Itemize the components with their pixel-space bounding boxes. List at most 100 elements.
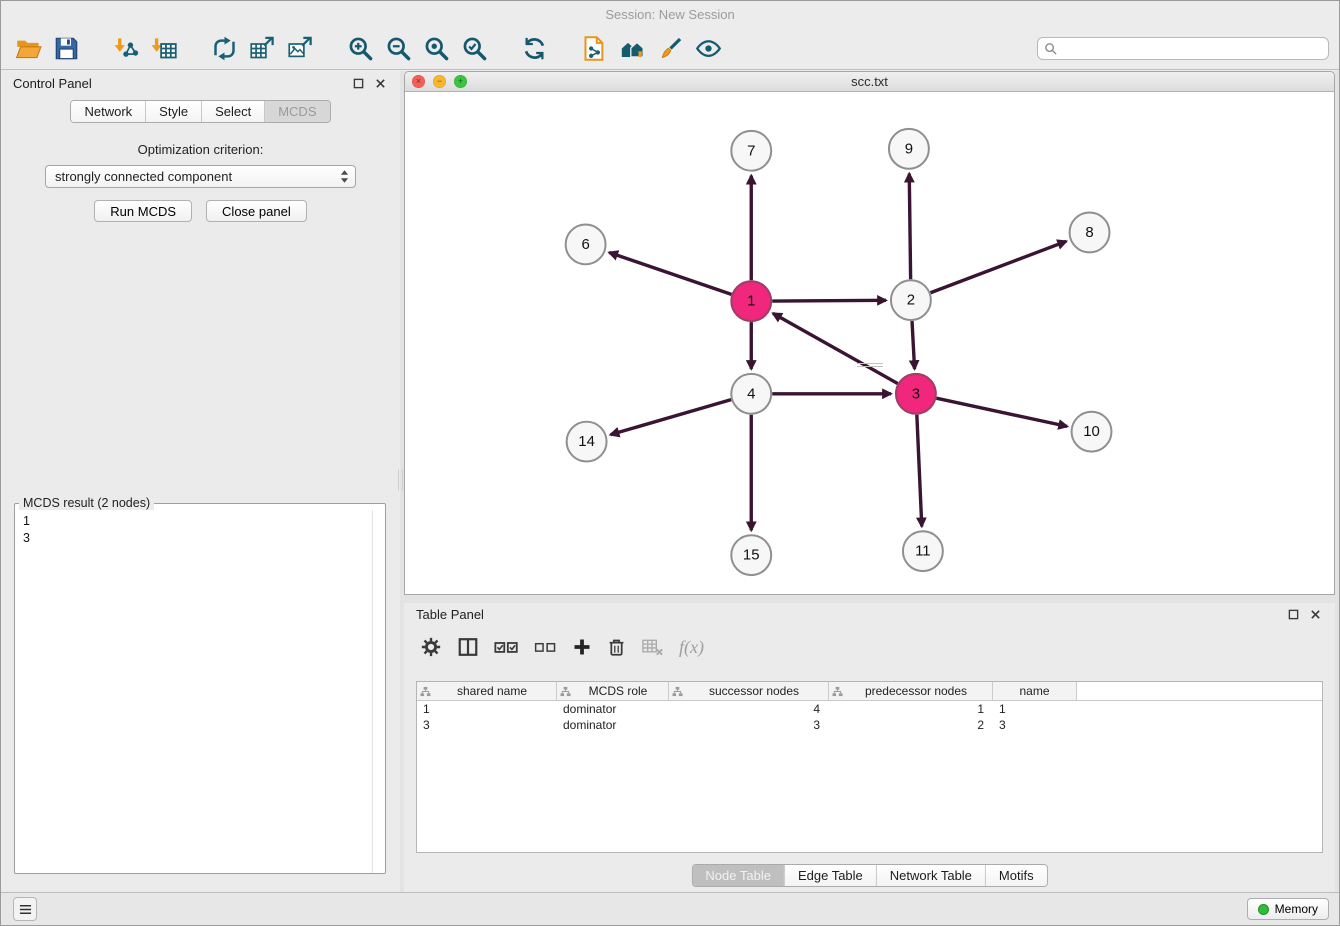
node-table: shared name MCDS role successor nodes (416, 681, 1323, 853)
memory-button[interactable]: Memory (1247, 898, 1329, 920)
graph-node-2[interactable]: 2 (891, 280, 931, 320)
eye-icon[interactable] (689, 30, 727, 66)
window-titlebar[interactable]: Session: New Session (1, 1, 1339, 27)
graph-edge-2-8[interactable] (930, 241, 1066, 292)
table-header-row: shared name MCDS role successor nodes (417, 682, 1322, 701)
column-header-name[interactable]: name (993, 682, 1077, 700)
memory-label: Memory (1275, 902, 1318, 916)
graph-edge-3-1[interactable] (773, 313, 898, 383)
settings-icon[interactable] (420, 633, 442, 661)
cell-successor-nodes[interactable]: 4 (669, 701, 829, 717)
import-network-icon[interactable] (107, 30, 145, 66)
add-column-icon[interactable] (572, 633, 592, 661)
column-visibility-icon[interactable] (457, 633, 479, 661)
cell-mcds-role[interactable]: dominator (557, 717, 669, 733)
tab-edge-table[interactable]: Edge Table (784, 865, 876, 886)
tab-node-table[interactable]: Node Table (692, 865, 784, 886)
mcds-result-item[interactable]: 1 (23, 513, 377, 530)
graph-edge-2-9[interactable] (909, 174, 910, 280)
network-from-clipboard-icon[interactable] (575, 30, 613, 66)
column-header-shared-name[interactable]: shared name (417, 682, 557, 700)
select-all-icon[interactable] (494, 633, 519, 661)
table-row[interactable]: 1 dominator 4 1 1 (417, 701, 1322, 717)
criterion-select[interactable]: strongly connected component (45, 165, 356, 188)
graph-edge-4-14[interactable] (611, 400, 732, 435)
graph-node-3[interactable]: 3 (896, 374, 936, 414)
result-scrollbar[interactable] (372, 510, 373, 873)
cell-shared-name[interactable]: 1 (417, 701, 557, 717)
open-session-icon[interactable] (9, 30, 47, 66)
tab-mcds[interactable]: MCDS (264, 101, 329, 122)
run-mcds-button[interactable]: Run MCDS (94, 200, 192, 222)
cell-predecessor-nodes[interactable]: 1 (829, 701, 993, 717)
graph-node-7[interactable]: 7 (731, 131, 771, 171)
brush-icon[interactable] (651, 30, 689, 66)
graph-node-1[interactable]: 1 (731, 281, 771, 321)
table-row[interactable]: 3 dominator 3 2 3 (417, 717, 1322, 733)
cell-mcds-role[interactable]: dominator (557, 701, 669, 717)
tab-network-table[interactable]: Network Table (876, 865, 985, 886)
graph-edge-3-10[interactable] (936, 398, 1067, 426)
deselect-all-icon[interactable] (534, 633, 557, 661)
tab-motifs[interactable]: Motifs (985, 865, 1047, 886)
export-image-icon[interactable] (281, 30, 319, 66)
column-header-successor-nodes[interactable]: successor nodes (669, 682, 829, 700)
network-canvas-container: 7 9 6 8 1 2 4 3 14 10 15 11 (405, 93, 1334, 594)
graph-node-9[interactable]: 9 (889, 129, 929, 169)
graph-node-14[interactable]: 14 (567, 422, 607, 462)
column-header-predecessor-nodes[interactable]: predecessor nodes (829, 682, 993, 700)
function-builder-icon[interactable]: f(x) (679, 637, 704, 658)
tab-network[interactable]: Network (71, 101, 145, 122)
search-box[interactable] (1037, 37, 1329, 60)
table-toolbar: f(x) (420, 629, 704, 665)
network-canvas[interactable]: 7 9 6 8 1 2 4 3 14 10 15 11 (405, 93, 1334, 594)
float-table-panel-icon[interactable] (1285, 607, 1301, 621)
zoom-out-icon[interactable] (379, 30, 417, 66)
graph-node-11[interactable]: 11 (903, 531, 943, 571)
export-table-icon[interactable] (243, 30, 281, 66)
zoom-window-icon[interactable]: + (454, 75, 467, 88)
graph-edge-2-3[interactable] (912, 321, 915, 369)
network-overview-icon[interactable] (613, 30, 651, 66)
cell-successor-nodes[interactable]: 3 (669, 717, 829, 733)
zoom-selected-icon[interactable] (455, 30, 493, 66)
mcds-result-list[interactable]: 1 3 (15, 510, 385, 550)
horizontal-splitter[interactable] (857, 363, 883, 367)
tab-style[interactable]: Style (145, 101, 201, 122)
close-panel-button[interactable]: Close panel (206, 200, 307, 222)
close-window-icon[interactable]: × (412, 75, 425, 88)
cell-predecessor-nodes[interactable]: 2 (829, 717, 993, 733)
float-window-icon[interactable] (350, 76, 366, 90)
tab-select[interactable]: Select (201, 101, 264, 122)
cell-filler (1077, 717, 1322, 733)
graph-node-8[interactable]: 8 (1070, 213, 1110, 253)
zoom-in-icon[interactable] (341, 30, 379, 66)
graph-edge-1-6[interactable] (609, 252, 731, 294)
refresh-icon[interactable] (515, 30, 553, 66)
graph-edge-3-11[interactable] (917, 415, 922, 527)
svg-text:2: 2 (907, 292, 915, 309)
cell-name[interactable]: 3 (993, 717, 1077, 733)
clone-network-icon[interactable] (205, 30, 243, 66)
network-window-titlebar[interactable]: scc.txt × − + (405, 72, 1334, 92)
close-table-panel-icon[interactable] (1307, 607, 1323, 621)
cell-name[interactable]: 1 (993, 701, 1077, 717)
search-input[interactable] (1061, 40, 1322, 57)
mcds-result-item[interactable]: 3 (23, 530, 377, 547)
graph-node-10[interactable]: 10 (1072, 412, 1112, 452)
menu-list-icon[interactable] (13, 897, 37, 921)
delete-table-icon[interactable] (641, 633, 664, 661)
graph-node-4[interactable]: 4 (731, 374, 771, 414)
save-session-icon[interactable] (47, 30, 85, 66)
cell-shared-name[interactable]: 3 (417, 717, 557, 733)
column-header-mcds-role[interactable]: MCDS role (557, 682, 669, 700)
column-type-icon (832, 686, 843, 697)
close-panel-icon[interactable] (372, 76, 388, 90)
zoom-fit-icon[interactable] (417, 30, 455, 66)
graph-node-15[interactable]: 15 (731, 535, 771, 575)
import-table-icon[interactable] (145, 30, 183, 66)
minimize-window-icon[interactable]: − (433, 75, 446, 88)
delete-column-icon[interactable] (607, 633, 626, 661)
graph-node-6[interactable]: 6 (566, 224, 606, 264)
graph-edge-1-2[interactable] (772, 300, 886, 301)
